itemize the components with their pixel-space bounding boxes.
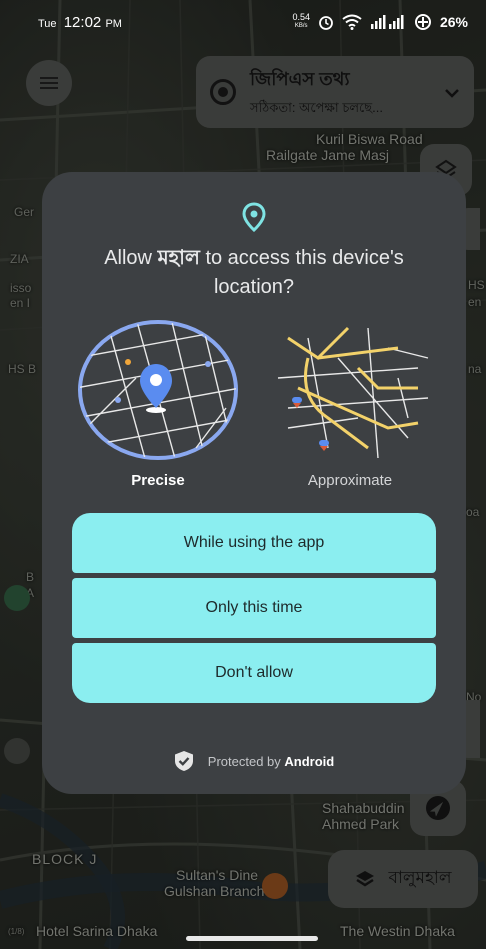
signal-icon (370, 15, 404, 29)
protected-by-android: Protected by Android (42, 750, 466, 772)
location-permission-dialog: Allow মহাল to access this device's locat… (42, 172, 466, 794)
precise-label: Precise (131, 472, 185, 489)
approximate-label: Approximate (307, 472, 393, 489)
wifi-icon (342, 14, 362, 30)
home-indicator[interactable] (186, 936, 318, 941)
dialog-title: Allow মহাল to access this device's locat… (104, 247, 404, 298)
location-pin-icon (242, 202, 266, 232)
precise-map-icon (78, 320, 238, 460)
only-this-time-button[interactable]: Only this time (72, 578, 436, 638)
while-using-app-button[interactable]: While using the app (72, 513, 436, 573)
battery-percent: 26% (439, 14, 468, 30)
network-speed: 0.54 KB/s (292, 12, 310, 30)
app-name: মহাল (157, 247, 200, 269)
precise-option[interactable]: Precise (74, 318, 242, 489)
approximate-map-icon (277, 326, 429, 459)
dont-allow-button[interactable]: Don't allow (72, 643, 436, 703)
alarm-icon (319, 16, 333, 30)
status-bar: Tue 12:02 PM 0.54 KB/s 26% (0, 0, 486, 44)
approximate-option[interactable]: Approximate (266, 318, 434, 489)
battery-saver-icon (414, 14, 431, 30)
status-time: Tue 12:02 PM (38, 13, 122, 31)
shield-check-icon (174, 751, 193, 771)
